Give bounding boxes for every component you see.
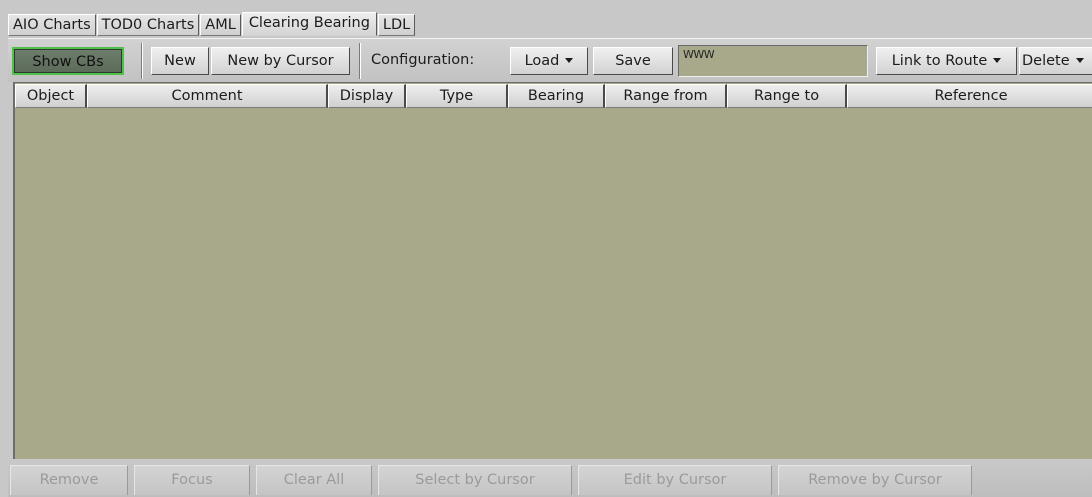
delete-dropdown[interactable]: Delete bbox=[1019, 47, 1092, 75]
column-header-range-from[interactable]: Range from bbox=[605, 84, 727, 108]
column-header-type[interactable]: Type bbox=[406, 84, 508, 108]
clearing-bearing-panel: AIO Charts TOD0 Charts AML Clearing Bear… bbox=[0, 0, 1092, 497]
tab-tod0-charts[interactable]: TOD0 Charts bbox=[96, 14, 200, 36]
clear-all-button[interactable]: Clear All bbox=[256, 465, 372, 495]
link-to-route-dropdown[interactable]: Link to Route bbox=[876, 47, 1017, 75]
chevron-down-icon bbox=[993, 57, 1002, 63]
tab-bar: AIO Charts TOD0 Charts AML Clearing Bear… bbox=[8, 12, 416, 38]
new-by-cursor-button[interactable]: New by Cursor bbox=[211, 47, 350, 75]
link-to-route-label: Link to Route bbox=[891, 53, 988, 69]
new-button[interactable]: New bbox=[151, 47, 209, 75]
configuration-label: Configuration: bbox=[371, 52, 475, 68]
tab-clearing-bearing[interactable]: Clearing Bearing bbox=[241, 12, 377, 36]
save-button[interactable]: Save bbox=[593, 47, 673, 75]
column-header-reference[interactable]: Reference bbox=[847, 84, 1092, 108]
table-body[interactable] bbox=[15, 108, 1092, 459]
tab-aio-charts[interactable]: AIO Charts bbox=[8, 14, 96, 36]
focus-button[interactable]: Focus bbox=[134, 465, 250, 495]
column-header-object[interactable]: Object bbox=[15, 84, 87, 108]
column-header-bearing[interactable]: Bearing bbox=[508, 84, 605, 108]
remove-button[interactable]: Remove bbox=[10, 465, 128, 495]
clearing-bearing-table: Object Comment Display Type Bearing Rang… bbox=[13, 82, 1092, 459]
table-header: Object Comment Display Type Bearing Rang… bbox=[15, 84, 1092, 108]
chevron-down-icon bbox=[1075, 57, 1084, 63]
column-header-range-to[interactable]: Range to bbox=[727, 84, 847, 108]
load-dropdown[interactable]: Load bbox=[510, 47, 588, 75]
select-by-cursor-button[interactable]: Select by Cursor bbox=[378, 465, 572, 495]
toolbar-separator bbox=[141, 43, 143, 79]
load-dropdown-label: Load bbox=[524, 53, 560, 69]
toolbar: Show CBs New New by Cursor Configuration… bbox=[8, 38, 1092, 82]
configuration-name-field[interactable]: WWW bbox=[678, 45, 868, 77]
edit-by-cursor-button[interactable]: Edit by Cursor bbox=[578, 465, 772, 495]
chevron-down-icon bbox=[565, 57, 574, 63]
tab-aml[interactable]: AML bbox=[200, 14, 241, 36]
action-bar: Remove Focus Clear All Select by Cursor … bbox=[8, 459, 1092, 497]
tab-ldl[interactable]: LDL bbox=[377, 14, 416, 36]
remove-by-cursor-button[interactable]: Remove by Cursor bbox=[778, 465, 972, 495]
toolbar-separator bbox=[359, 43, 361, 79]
delete-dropdown-label: Delete bbox=[1022, 53, 1070, 69]
column-header-comment[interactable]: Comment bbox=[87, 84, 328, 108]
column-header-display[interactable]: Display bbox=[328, 84, 406, 108]
show-cbs-button[interactable]: Show CBs bbox=[12, 47, 124, 75]
